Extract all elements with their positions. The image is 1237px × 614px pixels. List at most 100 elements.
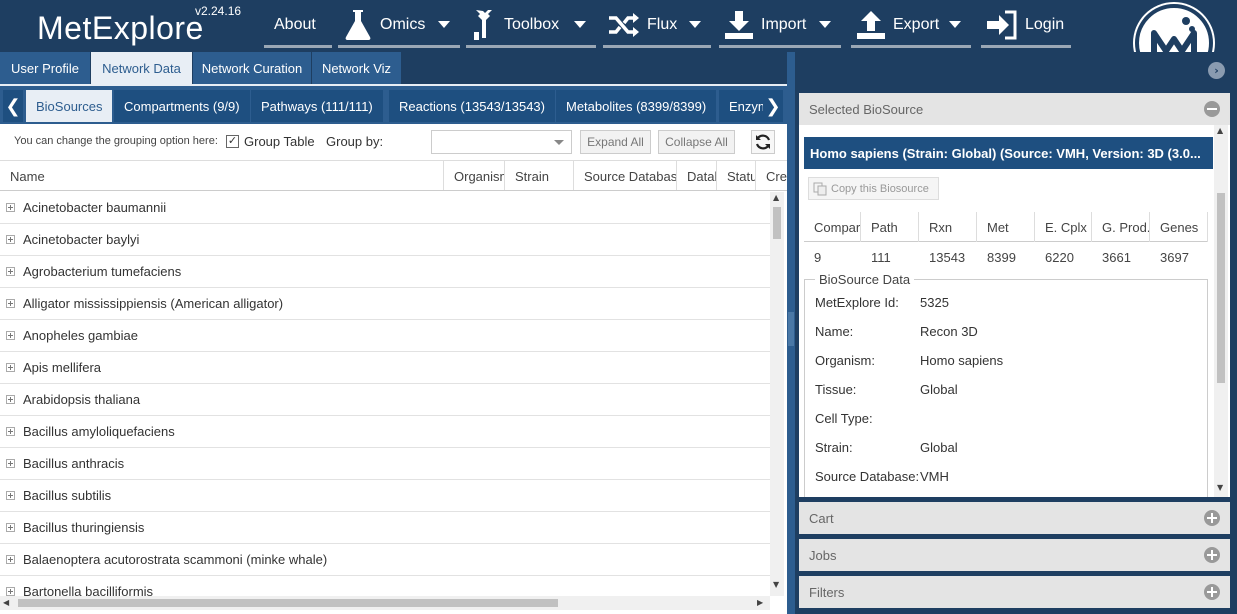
col-strain[interactable]: Strain: [505, 161, 574, 190]
expand-row-icon[interactable]: [6, 555, 15, 564]
field-key: Strain:: [815, 440, 853, 455]
copy-biosource-button[interactable]: Copy this Biosource: [808, 177, 939, 200]
expand-icon[interactable]: [1204, 584, 1220, 600]
stats-col-header[interactable]: G. Prod..: [1092, 212, 1150, 242]
jobs-header[interactable]: Jobs: [799, 539, 1230, 571]
col-organism[interactable]: Organism: [444, 161, 505, 190]
expand-row-icon[interactable]: [6, 331, 15, 340]
tab-biosources[interactable]: BioSources: [26, 90, 113, 122]
details-vertical-scrollbar[interactable]: ▲ ▼: [1214, 125, 1228, 497]
menu-flux[interactable]: Flux: [603, 4, 711, 48]
refresh-button[interactable]: [751, 130, 775, 154]
scroll-left-icon[interactable]: ◀: [3, 598, 9, 607]
expand-all-button[interactable]: Expand All: [580, 130, 651, 154]
table-row[interactable]: Bacillus subtilis: [0, 480, 770, 512]
tab-pathways[interactable]: Pathways (111/111): [251, 90, 383, 122]
menu-export[interactable]: Export: [851, 4, 971, 48]
col-database[interactable]: Datab: [677, 161, 717, 190]
scroll-up-icon[interactable]: ▲: [773, 193, 779, 202]
row-name: Bacillus subtilis: [23, 488, 112, 503]
field-value: Recon 3D: [920, 324, 978, 339]
table-row[interactable]: Acinetobacter baumannii: [0, 192, 770, 224]
expand-row-icon[interactable]: [6, 363, 15, 372]
scrollbar-thumb[interactable]: [1217, 193, 1225, 383]
table-row[interactable]: Bacillus anthracis: [0, 448, 770, 480]
tab-compartments[interactable]: Compartments (9/9): [114, 90, 250, 122]
menu-about[interactable]: About: [264, 4, 332, 48]
row-name: Alligator mississippiensis (American all…: [23, 296, 284, 311]
stats-col-header[interactable]: Rxn: [919, 212, 977, 242]
group-table-checkbox[interactable]: ✓: [226, 135, 239, 148]
stats-value: 111: [871, 249, 891, 265]
expand-row-icon[interactable]: [6, 267, 15, 276]
refresh-icon: [755, 134, 771, 150]
tab-network-data[interactable]: Network Data: [91, 52, 193, 84]
splitter-handle[interactable]: [788, 312, 794, 346]
filters-header[interactable]: Filters: [799, 576, 1230, 608]
stats-col-header[interactable]: Met: [977, 212, 1035, 242]
col-source-database[interactable]: Source Database: [574, 161, 677, 190]
col-name[interactable]: Name: [0, 161, 444, 190]
expand-row-icon[interactable]: [6, 203, 15, 212]
selected-biosource-header[interactable]: Selected BioSource: [799, 93, 1230, 125]
scroll-down-icon[interactable]: ▼: [1217, 483, 1223, 492]
scroll-down-icon[interactable]: ▼: [773, 580, 779, 589]
expand-row-icon[interactable]: [6, 395, 15, 404]
collapse-all-button[interactable]: Collapse All: [658, 130, 735, 154]
chevron-down-icon: [949, 21, 961, 28]
expand-row-icon[interactable]: [6, 299, 15, 308]
group-table-label: Group Table: [244, 134, 315, 149]
stats-col-header[interactable]: Genes: [1150, 212, 1208, 242]
table-row[interactable]: Bacillus thuringiensis: [0, 512, 770, 544]
menu-import[interactable]: Import: [719, 4, 841, 48]
scrollbar-thumb[interactable]: [773, 207, 781, 239]
stats-col-header[interactable]: Path: [861, 212, 919, 242]
table-row[interactable]: Bacillus amyloliquefaciens: [0, 416, 770, 448]
expand-row-icon[interactable]: [6, 491, 15, 500]
group-by-select[interactable]: [431, 130, 572, 154]
table-row[interactable]: Acinetobacter baylyi: [0, 224, 770, 256]
tab-reactions[interactable]: Reactions (13543/13543): [389, 90, 555, 122]
table-row[interactable]: Anopheles gambiae: [0, 320, 770, 352]
scroll-up-icon[interactable]: ▲: [1217, 126, 1223, 135]
expand-row-icon[interactable]: [6, 427, 15, 436]
menu-toolbox[interactable]: Toolbox: [466, 4, 596, 48]
stats-value: 3661: [1102, 249, 1131, 265]
expand-row-icon[interactable]: [6, 523, 15, 532]
expand-row-icon[interactable]: [6, 459, 15, 468]
collapse-icon[interactable]: [1204, 101, 1220, 117]
stats-col-header[interactable]: E. Cplx: [1035, 212, 1092, 242]
table-row[interactable]: Bartonella bacilliformis: [0, 576, 770, 597]
collapse-panel-icon[interactable]: ›: [1208, 62, 1225, 79]
col-created[interactable]: Crea: [756, 161, 787, 190]
col-status[interactable]: Status: [717, 161, 756, 190]
grid-vertical-scrollbar[interactable]: ▲ ▼: [770, 192, 784, 596]
grid-horizontal-scrollbar[interactable]: ◀ ▶: [0, 596, 770, 610]
tab-network-curation[interactable]: Network Curation: [193, 52, 312, 84]
expand-icon[interactable]: [1204, 547, 1220, 563]
expand-row-icon[interactable]: [6, 235, 15, 244]
panel-splitter[interactable]: [787, 52, 795, 614]
expand-row-icon[interactable]: [6, 587, 15, 596]
tab-metabolites[interactable]: Metabolites (8399/8399): [556, 90, 717, 122]
table-row[interactable]: Apis mellifera: [0, 352, 770, 384]
scrollbar-thumb[interactable]: [18, 599, 558, 607]
table-row[interactable]: Arabidopsis thaliana: [0, 384, 770, 416]
menu-login[interactable]: Login: [981, 4, 1071, 48]
cart-header[interactable]: Cart: [799, 502, 1230, 534]
tab-scroll-left-icon[interactable]: ❮: [3, 90, 23, 122]
table-row[interactable]: Agrobacterium tumefaciens: [0, 256, 770, 288]
tab-network-viz[interactable]: Network Viz: [312, 52, 402, 84]
network-data-panel: User Profile Network Data Network Curati…: [0, 52, 787, 614]
table-row[interactable]: Alligator mississippiensis (American all…: [0, 288, 770, 320]
menu-omics[interactable]: Omics: [338, 4, 460, 48]
table-row[interactable]: Balaenoptera acutorostrata scammoni (min…: [0, 544, 770, 576]
grid-toolbar: You can change the grouping option here:…: [0, 124, 787, 161]
stats-col-header[interactable]: Compart: [804, 212, 861, 242]
tab-scroll-right-icon[interactable]: ❯: [763, 90, 783, 122]
scroll-right-icon[interactable]: ▶: [757, 598, 763, 607]
tab-enzymes[interactable]: Enzym: [719, 90, 763, 122]
tab-user-profile[interactable]: User Profile: [0, 52, 91, 84]
expand-icon[interactable]: [1204, 510, 1220, 526]
top-header: MetExplore v2.24.16 About Omics Toolbox …: [0, 0, 1237, 52]
